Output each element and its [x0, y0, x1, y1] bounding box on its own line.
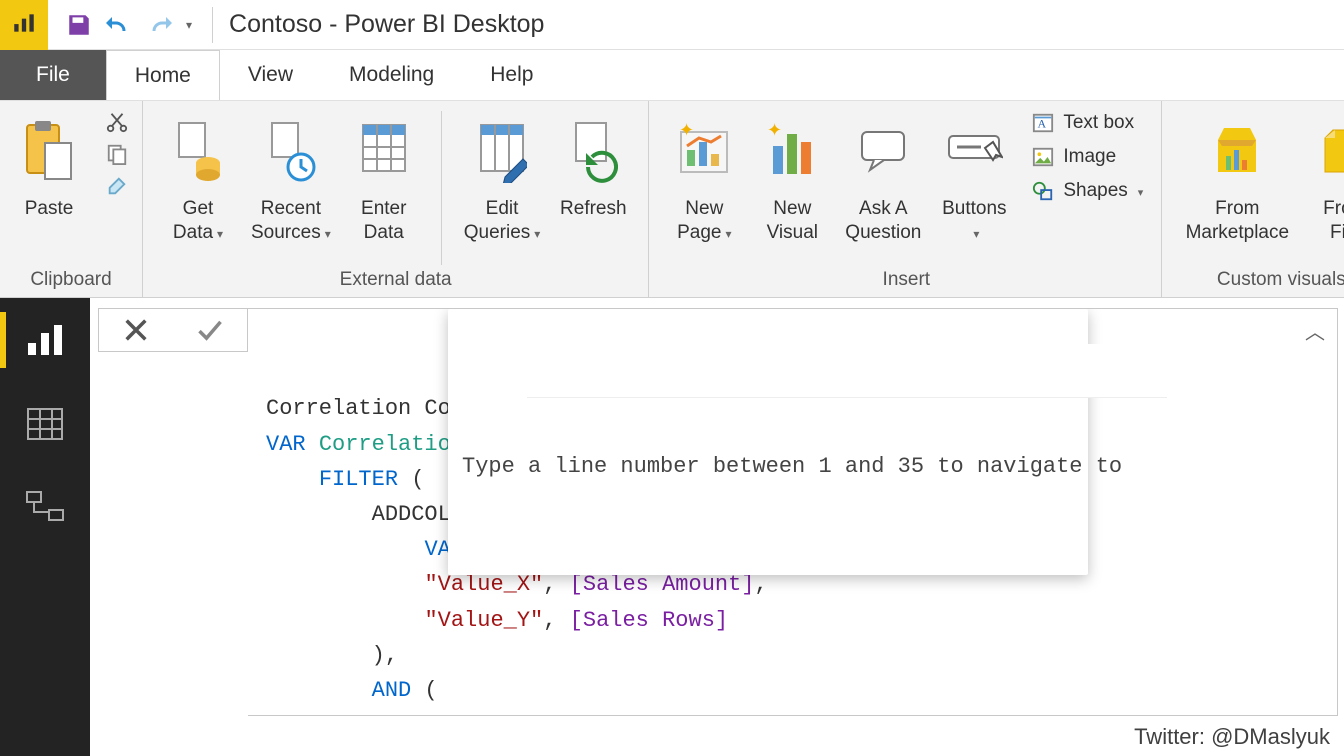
- get-data-icon: [173, 111, 223, 191]
- buttons-label: Buttons: [942, 197, 1006, 245]
- goto-line-input[interactable]: [527, 344, 1167, 398]
- new-visual-button[interactable]: ✦ New Visual: [757, 111, 827, 245]
- tab-modeling[interactable]: Modeling: [321, 50, 462, 100]
- ribbon-group-external-data: Get Data Recent Sources Enter Data Edit: [143, 101, 649, 297]
- save-icon[interactable]: [66, 12, 92, 38]
- left-nav: [0, 298, 90, 756]
- buttons-button[interactable]: Buttons: [939, 111, 1009, 245]
- insert-side-stack: A Text box Image Shapes: [1027, 111, 1143, 203]
- window-title: Contoso - Power BI Desktop: [223, 10, 544, 39]
- from-file-icon: [1319, 111, 1344, 191]
- svg-text:✦: ✦: [767, 122, 782, 140]
- ask-a-question-button[interactable]: Ask A Question: [845, 111, 921, 245]
- tab-view[interactable]: View: [220, 50, 321, 100]
- nav-report-view[interactable]: [0, 312, 90, 368]
- ribbon-group-custom-visuals: From Marketplace From File Custom visual…: [1162, 101, 1344, 297]
- svg-text:✦: ✦: [679, 122, 694, 140]
- shapes-label: Shapes: [1063, 180, 1127, 202]
- buttons-icon: [945, 111, 1003, 191]
- from-marketplace-label: From Marketplace: [1186, 197, 1290, 245]
- image-icon: [1031, 145, 1055, 169]
- cancel-formula-icon[interactable]: [122, 316, 150, 344]
- refresh-button[interactable]: Refresh: [558, 111, 628, 221]
- footer-credit: Twitter: @DMaslyuk: [1134, 724, 1330, 750]
- goto-line-hint: Type a line number between 1 and 35 to n…: [448, 433, 1088, 504]
- undo-icon[interactable]: [102, 12, 134, 38]
- new-page-icon: ✦: [675, 111, 733, 191]
- goto-line-popup: Type a line number between 1 and 35 to n…: [448, 309, 1088, 575]
- image-button[interactable]: Image: [1031, 145, 1143, 169]
- custom-visuals-group-label: Custom visuals: [1182, 265, 1344, 291]
- quick-access-toolbar: ▾: [48, 7, 223, 43]
- ask-a-question-label: Ask A Question: [845, 197, 921, 245]
- paste-button[interactable]: Paste: [14, 111, 84, 221]
- tab-help[interactable]: Help: [462, 50, 561, 100]
- paste-label: Paste: [25, 197, 74, 221]
- ribbon-group-insert: ✦ New Page ✦ New Visual Ask A Question: [649, 101, 1162, 297]
- from-file-button[interactable]: From File: [1310, 111, 1344, 245]
- tab-home[interactable]: Home: [106, 50, 220, 100]
- new-page-label: New Page: [677, 197, 731, 245]
- enter-data-icon: [359, 111, 409, 191]
- nav-model-view[interactable]: [0, 480, 90, 536]
- nav-data-view[interactable]: [0, 396, 90, 452]
- get-data-button[interactable]: Get Data: [163, 111, 233, 245]
- edit-queries-button[interactable]: Edit Queries: [464, 111, 541, 245]
- formula-bar-wrap: ︿ Correlation Co VAR Correlatio FILTER (…: [98, 308, 1338, 716]
- qat-dropdown-icon[interactable]: ▾: [186, 18, 192, 32]
- ribbon: Paste Clipboard Get Data Recent S: [0, 100, 1344, 298]
- ask-a-question-icon: [856, 111, 910, 191]
- refresh-label: Refresh: [560, 197, 627, 221]
- enter-data-button[interactable]: Enter Data: [349, 111, 419, 245]
- from-marketplace-button[interactable]: From Marketplace: [1182, 111, 1292, 245]
- commit-formula-icon[interactable]: [195, 316, 225, 344]
- title-bar: ▾ Contoso - Power BI Desktop: [0, 0, 1344, 50]
- new-visual-label: New Visual: [767, 197, 818, 245]
- separator: [441, 111, 442, 265]
- shapes-icon: [1031, 179, 1055, 203]
- separator: [212, 7, 213, 43]
- app-icon: [0, 0, 48, 50]
- edit-queries-label: Edit Queries: [464, 197, 541, 245]
- expand-editor-icon[interactable]: ︿: [1305, 319, 1325, 351]
- ribbon-tabs: File Home View Modeling Help: [0, 50, 1344, 100]
- edit-queries-icon: [477, 111, 527, 191]
- new-page-button[interactable]: ✦ New Page: [669, 111, 739, 245]
- clipboard-tools: [102, 111, 128, 197]
- get-data-label: Get Data: [173, 197, 223, 245]
- svg-text:A: A: [1038, 117, 1047, 131]
- recent-sources-label: Recent Sources: [251, 197, 331, 245]
- recent-sources-button[interactable]: Recent Sources: [251, 111, 331, 245]
- from-file-label: From File: [1323, 197, 1344, 245]
- refresh-icon: [568, 111, 618, 191]
- text-box-button[interactable]: A Text box: [1031, 111, 1143, 135]
- paste-icon: [23, 111, 75, 191]
- insert-group-label: Insert: [669, 265, 1143, 291]
- image-label: Image: [1063, 146, 1116, 168]
- cut-icon[interactable]: [106, 111, 128, 133]
- clipboard-group-label: Clipboard: [14, 265, 128, 291]
- shapes-button[interactable]: Shapes: [1031, 179, 1143, 203]
- dax-editor[interactable]: ︿ Correlation Co VAR Correlatio FILTER (…: [248, 308, 1338, 716]
- enter-data-label: Enter Data: [361, 197, 406, 245]
- tab-file[interactable]: File: [0, 50, 106, 100]
- text-box-icon: A: [1031, 111, 1055, 135]
- recent-sources-icon: [266, 111, 316, 191]
- external-data-group-label: External data: [163, 265, 628, 291]
- format-painter-icon[interactable]: [106, 175, 128, 197]
- text-box-label: Text box: [1063, 112, 1134, 134]
- copy-icon[interactable]: [106, 143, 128, 165]
- marketplace-icon: [1208, 111, 1266, 191]
- new-visual-icon: ✦: [765, 111, 819, 191]
- redo-icon[interactable]: [144, 12, 176, 38]
- formula-controls: [98, 308, 248, 352]
- ribbon-group-clipboard: Paste Clipboard: [0, 101, 143, 297]
